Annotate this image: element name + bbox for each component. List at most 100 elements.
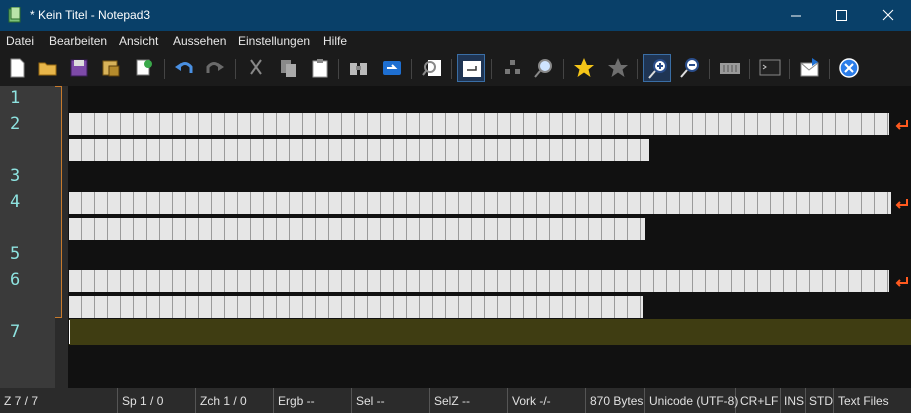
notepad3-logo-icon bbox=[8, 7, 21, 23]
line-number: 2 bbox=[10, 114, 21, 134]
encoding-button[interactable] bbox=[716, 54, 744, 82]
current-line-highlight bbox=[69, 319, 911, 345]
title-bar: * Kein Titel - Notepad3 bbox=[0, 0, 911, 31]
save-as-button[interactable] bbox=[97, 54, 125, 82]
status-line[interactable]: Z 7 / 7 bbox=[0, 388, 118, 413]
status-encoding[interactable]: Unicode (UTF-8) bbox=[645, 388, 738, 413]
status-bar: Z 7 / 7 Sp 1 / 0 Zch 1 / 0 Ergb -- Sel -… bbox=[0, 388, 911, 413]
glyph-run bbox=[69, 218, 645, 240]
bookmark-clear-icon bbox=[608, 58, 628, 77]
glyph-run bbox=[69, 139, 649, 161]
toolbar bbox=[0, 51, 911, 86]
status-occurrences[interactable]: Vork -/- bbox=[508, 388, 586, 413]
status-eol[interactable]: CR+LF bbox=[736, 388, 781, 413]
close-icon bbox=[882, 9, 894, 21]
glyph-run bbox=[69, 113, 889, 135]
fold-margin[interactable] bbox=[55, 86, 68, 388]
terminal-button[interactable] bbox=[756, 54, 784, 82]
zoom-search-button[interactable] bbox=[530, 54, 558, 82]
change-history-marker bbox=[55, 86, 62, 318]
minimize-icon bbox=[791, 15, 801, 17]
menu-ansicht[interactable]: Ansicht bbox=[119, 34, 158, 48]
new-file-button[interactable] bbox=[3, 54, 31, 82]
wrap-indicator-icon bbox=[895, 120, 908, 130]
minimize-button[interactable] bbox=[773, 0, 819, 31]
clear-bookmarks-button[interactable] bbox=[604, 54, 632, 82]
copy-button[interactable] bbox=[275, 54, 303, 82]
save-icon bbox=[70, 59, 88, 77]
send-button[interactable] bbox=[796, 54, 824, 82]
fold-button[interactable] bbox=[499, 54, 527, 82]
status-mode[interactable]: STD bbox=[806, 388, 834, 413]
bookmark-star-icon bbox=[574, 58, 594, 77]
print-preview-button[interactable] bbox=[130, 54, 158, 82]
paste-button[interactable] bbox=[306, 54, 334, 82]
find-in-files-icon bbox=[422, 60, 441, 76]
exit-button[interactable] bbox=[835, 54, 863, 82]
undo-icon bbox=[175, 62, 193, 73]
word-wrap-icon bbox=[463, 61, 481, 77]
menu-bearbeiten[interactable]: Bearbeiten bbox=[49, 34, 107, 48]
zoom-in-icon bbox=[648, 59, 667, 79]
fold-icon bbox=[505, 60, 520, 74]
find-icon bbox=[350, 63, 367, 75]
undo-button[interactable] bbox=[170, 54, 198, 82]
glyph-run bbox=[69, 296, 643, 318]
word-wrap-toggle[interactable] bbox=[457, 54, 485, 82]
save-button[interactable] bbox=[65, 54, 93, 82]
maximize-icon bbox=[836, 10, 847, 21]
menu-aussehen[interactable]: Aussehen bbox=[173, 34, 226, 48]
line-number: 7 bbox=[10, 322, 21, 342]
close-button[interactable] bbox=[865, 0, 911, 31]
bookmark-button[interactable] bbox=[570, 54, 598, 82]
terminal-icon bbox=[759, 59, 781, 76]
exit-icon bbox=[839, 58, 859, 78]
line-number: 4 bbox=[10, 192, 21, 212]
status-char[interactable]: Zch 1 / 0 bbox=[196, 388, 274, 413]
wrap-indicator-icon bbox=[895, 199, 908, 209]
open-file-button[interactable] bbox=[34, 54, 62, 82]
cut-button[interactable] bbox=[243, 54, 271, 82]
cut-icon bbox=[250, 59, 262, 75]
glyph-run bbox=[69, 192, 891, 214]
menu-datei[interactable]: Datei bbox=[6, 34, 34, 48]
menu-einstellungen[interactable]: Einstellungen bbox=[238, 34, 310, 48]
encoding-icon bbox=[720, 63, 740, 74]
copy-icon bbox=[281, 60, 296, 77]
line-number: 5 bbox=[10, 244, 21, 264]
glyph-run bbox=[69, 270, 889, 292]
find-in-files-button[interactable] bbox=[419, 54, 447, 82]
new-file-icon bbox=[10, 58, 25, 78]
line-number: 6 bbox=[10, 270, 21, 290]
zoom-in-button[interactable] bbox=[643, 54, 671, 82]
status-selection[interactable]: Sel -- bbox=[352, 388, 430, 413]
menu-hilfe[interactable]: Hilfe bbox=[323, 34, 347, 48]
status-file-size[interactable]: 870 Bytes bbox=[586, 388, 645, 413]
print-preview-icon bbox=[136, 59, 152, 76]
maximize-button[interactable] bbox=[819, 0, 865, 31]
open-folder-icon bbox=[38, 62, 57, 76]
window-title: * Kein Titel - Notepad3 bbox=[30, 8, 151, 22]
wrap-indicator-icon bbox=[895, 277, 908, 287]
status-column[interactable]: Sp 1 / 0 bbox=[118, 388, 196, 413]
line-number: 3 bbox=[10, 166, 21, 186]
status-selected-lines[interactable]: SelZ -- bbox=[430, 388, 508, 413]
replace-icon bbox=[383, 61, 401, 75]
zoom-out-icon bbox=[680, 58, 699, 78]
status-lexer[interactable]: Text Files bbox=[834, 388, 911, 413]
text-caret bbox=[69, 320, 70, 344]
zoom-search-icon bbox=[534, 59, 552, 78]
save-as-icon bbox=[102, 60, 120, 77]
zoom-out-button[interactable] bbox=[676, 54, 704, 82]
status-ovr[interactable]: INS bbox=[781, 388, 806, 413]
replace-button[interactable] bbox=[378, 54, 406, 82]
redo-icon bbox=[206, 62, 224, 73]
send-icon bbox=[800, 58, 819, 77]
status-result[interactable]: Ergb -- bbox=[274, 388, 352, 413]
redo-button[interactable] bbox=[201, 54, 229, 82]
find-button[interactable] bbox=[345, 54, 373, 82]
line-number-gutter: 1 2 3 4 5 6 7 bbox=[0, 86, 55, 388]
menu-bar: Datei Bearbeiten Ansicht Aussehen Einste… bbox=[0, 31, 911, 51]
paste-icon bbox=[312, 59, 328, 78]
line-number: 1 bbox=[10, 88, 21, 108]
